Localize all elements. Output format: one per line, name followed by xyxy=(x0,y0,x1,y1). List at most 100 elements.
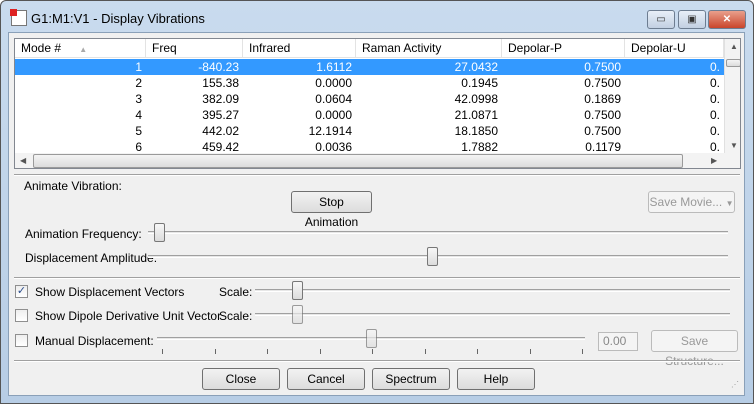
table-cell: -840.23 xyxy=(198,60,239,74)
divider xyxy=(14,277,740,279)
table-cell: 0.7500 xyxy=(584,108,621,122)
table-cell: 0.7500 xyxy=(584,76,621,90)
column-header-label: Depolar-P xyxy=(508,41,563,55)
displacement-amplitude-label: Displacement Amplitude: xyxy=(25,251,158,265)
table-cell: 4 xyxy=(135,108,142,122)
horizontal-scrollbar[interactable]: ◀ ▶ xyxy=(15,153,740,168)
table-cell: 21.0871 xyxy=(454,108,498,122)
close-window-button[interactable]: ✕ xyxy=(708,10,746,29)
show-dipole-vector-label: Show Dipole Derivative Unit Vector xyxy=(35,309,222,323)
column-header-label: Depolar-U xyxy=(631,41,686,55)
table-row[interactable]: 1 -840.23 1.6112 27.0432 0.7500 0. xyxy=(15,59,724,75)
show-dipole-vector-checkbox[interactable] xyxy=(15,309,28,322)
window-title: G1:M1:V1 - Display Vibrations xyxy=(31,11,205,26)
table-cell: 2 xyxy=(135,76,142,90)
table-cell: 0. xyxy=(709,124,720,138)
table-cell: 1.6112 xyxy=(316,60,352,74)
table-row[interactable]: 5 442.02 12.1914 18.1850 0.7500 0. xyxy=(15,123,724,139)
table-cell: 382.09 xyxy=(202,92,239,106)
vibrations-table[interactable]: Mode # ▲ Freq Infrared Raman Activity Depola… xyxy=(14,38,741,169)
slider-tick xyxy=(477,349,478,354)
show-displacement-vectors-label: Show Displacement Vectors xyxy=(35,285,185,299)
column-header[interactable]: Infrared xyxy=(243,39,356,58)
table-cell: 395.27 xyxy=(202,108,239,122)
divider xyxy=(14,360,740,362)
table-cell: 1 xyxy=(135,60,142,74)
cancel-button[interactable]: Cancel xyxy=(287,368,365,390)
displacement-amplitude-slider[interactable] xyxy=(148,255,728,258)
column-header-label: Freq xyxy=(152,41,177,55)
animation-frequency-thumb[interactable] xyxy=(153,223,165,242)
stop-animation-button[interactable]: Stop Animation xyxy=(291,191,372,229)
table-cell: 42.0998 xyxy=(454,92,498,106)
vectors-scale-slider[interactable] xyxy=(255,289,730,292)
show-displacement-vectors-checkbox[interactable]: ✓ xyxy=(15,285,28,298)
vertical-scroll-thumb[interactable] xyxy=(726,59,740,67)
table-cell: 27.0432 xyxy=(454,60,498,74)
table-cell: 0. xyxy=(709,92,720,106)
column-header-label: Infrared xyxy=(249,41,291,55)
table-cell: 155.38 xyxy=(202,76,239,90)
dropdown-arrow-icon: ▼ xyxy=(725,199,734,208)
table-cell: 0.0000 xyxy=(315,76,352,90)
save-structure-button[interactable]: Save Structure... xyxy=(651,330,738,368)
minimize-button[interactable]: ▭ xyxy=(647,10,675,29)
table-row[interactable]: 4 395.27 0.0000 21.0871 0.7500 0. xyxy=(15,107,724,123)
table-cell: 5 xyxy=(135,124,142,138)
table-row[interactable]: 2 155.38 0.0000 0.1945 0.7500 0. xyxy=(15,75,724,91)
sort-ascending-icon: ▲ xyxy=(77,45,88,54)
vectors-scale-label: Scale: xyxy=(219,285,253,299)
column-header[interactable]: Freq xyxy=(146,39,243,58)
vectors-scale-thumb[interactable] xyxy=(292,281,304,300)
resize-grip-icon[interactable]: ⋰ xyxy=(731,380,739,389)
column-header[interactable]: Raman Activity xyxy=(356,39,502,58)
spectrum-button[interactable]: Spectrum xyxy=(372,368,450,390)
manual-displacement-checkbox[interactable] xyxy=(15,334,28,347)
horizontal-scroll-thumb[interactable] xyxy=(33,154,683,168)
slider-tick xyxy=(162,349,163,354)
scroll-down-icon[interactable]: ▼ xyxy=(730,141,738,150)
animate-vibration-label: Animate Vibration: xyxy=(24,179,122,193)
table-cell: 0.1945 xyxy=(461,76,498,90)
dipole-scale-slider[interactable] xyxy=(255,313,730,316)
table-cell: 0.7500 xyxy=(584,124,621,138)
scroll-left-icon[interactable]: ◀ xyxy=(20,156,26,165)
manual-displacement-value-field[interactable]: 0.00 xyxy=(598,332,638,351)
scroll-right-icon[interactable]: ▶ xyxy=(711,156,717,165)
close-button[interactable]: Close xyxy=(202,368,280,390)
displacement-amplitude-thumb[interactable] xyxy=(426,247,438,266)
table-cell: 442.02 xyxy=(202,124,239,138)
column-header[interactable]: Depolar-P xyxy=(502,39,625,58)
table-cell: 0. xyxy=(709,76,720,90)
slider-tick xyxy=(372,349,373,354)
dipole-scale-thumb[interactable] xyxy=(292,305,304,324)
column-header[interactable]: Mode # ▲ xyxy=(15,39,146,58)
slider-tick xyxy=(529,349,531,354)
column-header-label: Mode # xyxy=(21,41,62,55)
slider-tick xyxy=(267,349,268,354)
column-header-label: Raman Activity xyxy=(362,41,442,55)
table-cell: 0.0000 xyxy=(315,108,352,122)
save-movie-button[interactable]: Save Movie... ▼ xyxy=(648,191,735,213)
help-button[interactable]: Help xyxy=(457,368,535,390)
manual-displacement-label: Manual Displacement: xyxy=(35,334,154,348)
table-cell: 0.1869 xyxy=(584,92,621,106)
table-row[interactable]: 3 382.09 0.0604 42.0998 0.1869 0. xyxy=(15,91,724,107)
table-cell: 3 xyxy=(135,92,142,106)
slider-tick xyxy=(582,349,583,354)
save-movie-label: Save Movie... xyxy=(649,195,723,209)
animation-frequency-slider[interactable] xyxy=(148,231,728,234)
column-header[interactable]: Depolar-U xyxy=(625,39,724,58)
table-cell: 12.1914 xyxy=(308,124,352,138)
slider-tick xyxy=(424,349,426,354)
animation-frequency-label: Animation Frequency: xyxy=(25,227,142,241)
table-cell: 0. xyxy=(709,108,720,122)
dipole-scale-label: Scale: xyxy=(219,309,253,323)
table-cell: 0.7500 xyxy=(584,60,621,74)
manual-displacement-thumb[interactable] xyxy=(365,329,377,348)
table-cell: 0.0604 xyxy=(315,92,352,106)
divider xyxy=(14,174,740,176)
vertical-scrollbar[interactable]: ▲ ▼ xyxy=(724,39,740,153)
scroll-up-icon[interactable]: ▲ xyxy=(730,42,738,51)
maximize-button[interactable]: ▣ xyxy=(678,10,706,29)
